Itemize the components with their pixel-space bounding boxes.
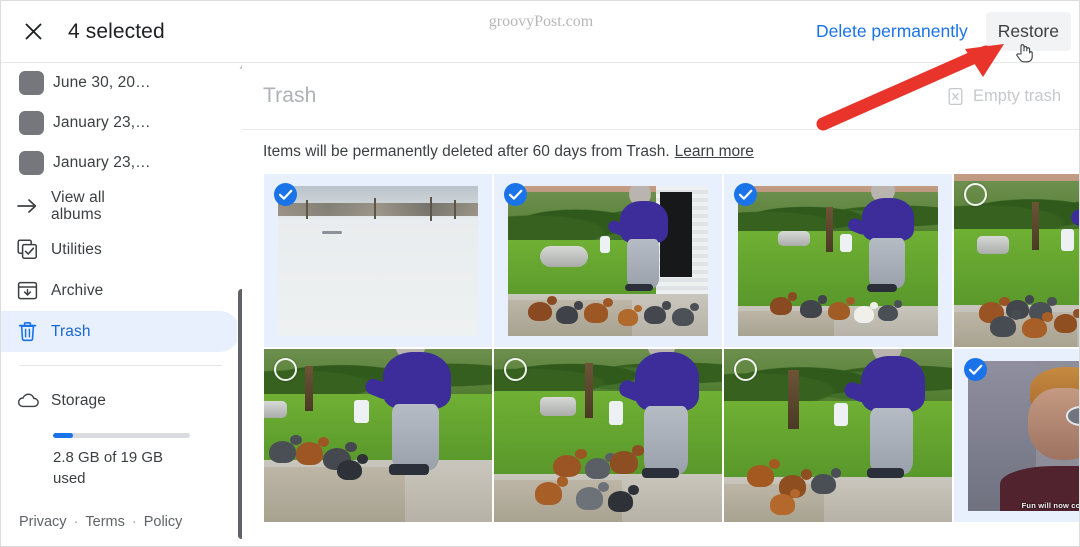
archive-icon	[17, 280, 51, 301]
photo-grid: Fun will now commence.	[242, 174, 1080, 522]
empty-trash-button[interactable]: Empty trash	[947, 87, 1061, 106]
photo-checkbox-unchecked[interactable]	[504, 358, 527, 381]
cloud-icon	[17, 392, 51, 409]
storage-progress-fill	[53, 433, 74, 438]
photo-tile[interactable]	[724, 349, 952, 522]
photo-checkbox-unchecked[interactable]	[274, 358, 297, 381]
photo-caption: Fun will now commence.	[1021, 501, 1080, 510]
check-icon	[508, 189, 523, 200]
photo-checkbox-checked[interactable]	[504, 183, 527, 206]
album-thumbnail-icon	[19, 151, 44, 175]
photo-checkbox-unchecked[interactable]	[964, 183, 987, 206]
photo-thumbnail	[494, 349, 722, 522]
sidebar-item-label: Storage	[51, 391, 106, 409]
policy-link[interactable]: Policy	[144, 514, 183, 530]
sidebar-album-label: January 23,…	[53, 114, 151, 131]
photo-tile[interactable]	[494, 174, 722, 347]
selection-actions: Delete permanently Restore	[804, 1, 1079, 62]
photo-checkbox-checked[interactable]	[274, 183, 297, 206]
view-all-albums-line2: albums	[51, 206, 102, 223]
sidebar-item-label: View all albums	[51, 189, 105, 223]
terms-link[interactable]: Terms	[85, 514, 124, 530]
arrow-right-icon	[17, 198, 51, 214]
footer-links: Privacy · Terms · Policy	[19, 514, 182, 530]
photo-tile[interactable]	[264, 174, 492, 347]
page-title: Trash	[263, 84, 317, 107]
view-all-albums-line1: View all	[51, 189, 105, 206]
sidebar-item-storage[interactable]: Storage	[1, 380, 240, 421]
photo-checkbox-checked[interactable]	[964, 358, 987, 381]
privacy-link[interactable]: Privacy	[19, 514, 67, 530]
photo-thumbnail	[724, 349, 952, 522]
sidebar-album-item-2[interactable]: January 23,…	[1, 143, 240, 183]
album-thumbnail-icon	[19, 71, 44, 95]
google-photos-trash-window: 4 selected groovyPost.com Delete permane…	[0, 0, 1080, 547]
trash-header: Trash Empty trash	[242, 63, 1079, 130]
sidebar-album-label: June 30, 20…	[53, 74, 151, 91]
photo-checkbox-checked[interactable]	[734, 183, 757, 206]
sidebar-item-view-all-albums[interactable]: View all albums	[1, 183, 240, 229]
close-icon	[25, 23, 41, 40]
album-thumbnail-icon	[19, 111, 44, 135]
selection-action-bar: 4 selected groovyPost.com Delete permane…	[1, 1, 1079, 63]
sidebar-item-archive[interactable]: Archive	[1, 270, 240, 311]
sidebar-album-label: January 23,…	[53, 154, 151, 171]
photo-tile[interactable]	[954, 174, 1079, 347]
sidebar-item-utilities[interactable]: Utilities	[1, 229, 240, 270]
photo-image	[278, 186, 478, 336]
sidebar-item-trash[interactable]: Trash	[1, 311, 240, 352]
retention-notice: Items will be permanently deleted after …	[242, 130, 1079, 174]
photo-checkbox-unchecked[interactable]	[734, 358, 757, 381]
footer-separator: ·	[131, 514, 137, 530]
check-icon	[738, 189, 753, 200]
photo-tile[interactable]	[724, 174, 952, 347]
sidebar-item-label: Trash	[51, 322, 91, 340]
sidebar-item-label: Utilities	[51, 240, 102, 258]
photo-image	[508, 186, 708, 336]
photo-thumbnail	[264, 349, 492, 522]
storage-usage-label: 2.8 GB of 19 GB used	[53, 449, 164, 487]
sidebar-album-item-0[interactable]: June 30, 20…	[1, 63, 240, 103]
sidebar-divider	[19, 365, 222, 366]
selected-count-label: 4 selected	[68, 19, 165, 43]
photo-tile[interactable]: Fun will now commence.	[954, 349, 1080, 522]
close-selection-button[interactable]	[18, 17, 48, 47]
photo-image: Fun will now commence.	[968, 361, 1080, 511]
sidebar-item-label: Archive	[51, 281, 104, 299]
delete-permanently-button[interactable]: Delete permanently	[804, 12, 980, 51]
utilities-icon	[17, 239, 51, 260]
photo-image	[738, 186, 938, 336]
check-icon	[968, 364, 983, 375]
photo-image	[494, 349, 722, 522]
storage-progress-bar	[53, 433, 190, 438]
footer-separator: ·	[73, 514, 79, 530]
trash-icon	[17, 321, 51, 342]
empty-trash-icon	[948, 87, 963, 105]
check-icon	[278, 189, 293, 200]
photo-image	[264, 349, 492, 522]
empty-trash-label: Empty trash	[972, 86, 1061, 105]
sidebar-album-item-1[interactable]: January 23,…	[1, 103, 240, 143]
photo-tile[interactable]	[494, 349, 722, 522]
photo-thumbnail	[508, 186, 708, 336]
photo-thumbnail: Fun will now commence.	[968, 361, 1080, 511]
photo-thumbnail	[278, 186, 478, 336]
photo-image	[724, 349, 952, 522]
left-sidebar: June 30, 20… January 23,… January 23,… V…	[1, 63, 241, 546]
trash-main-panel: Trash Empty trash Items will be permanen…	[242, 63, 1080, 546]
retention-notice-text: Items will be permanently deleted after …	[263, 143, 670, 160]
restore-button[interactable]: Restore	[985, 12, 1071, 51]
photo-thumbnail	[738, 186, 938, 336]
photo-tile[interactable]	[264, 349, 492, 522]
learn-more-link[interactable]: Learn more	[675, 143, 754, 161]
